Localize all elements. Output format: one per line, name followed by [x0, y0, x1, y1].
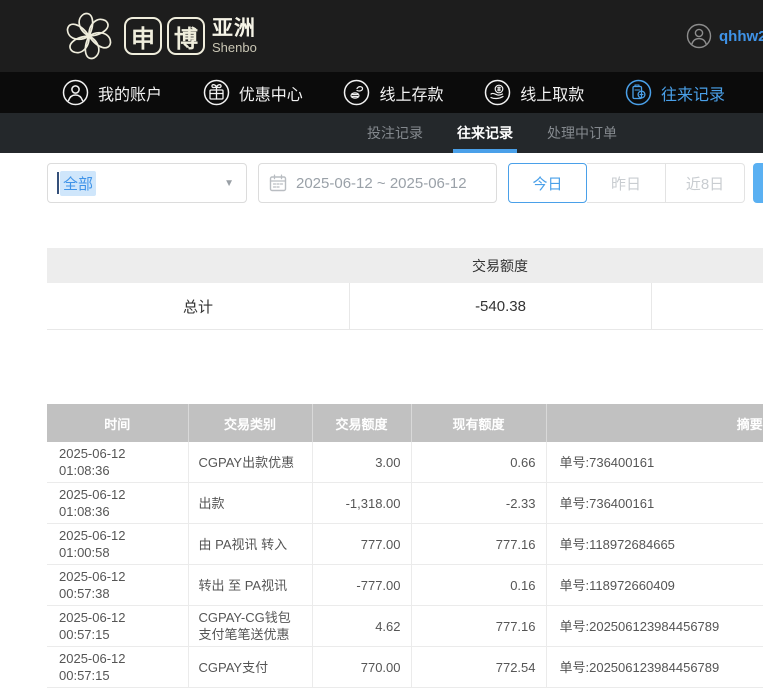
col-header-summary: 摘要: [546, 404, 763, 442]
sub-nav: 投注记录 往来记录 处理中订单: [0, 113, 763, 153]
quick-date-buttons: 今日 昨日 近8日: [508, 163, 745, 203]
avatar-icon: [686, 23, 712, 49]
nav-item-withdrawal[interactable]: 线上取款: [484, 79, 584, 106]
table-row: 2025-06-12 00:57:38 转出 至 PA视讯 -777.00 0.…: [47, 565, 763, 606]
cell-type: CGPAY出款优惠: [188, 442, 312, 483]
cell-time: 2025-06-12 01:00:58: [47, 524, 188, 565]
cell-type: CGPAY-CG钱包支付笔笔送优惠: [188, 606, 312, 647]
cell-time: 2025-06-12 01:08:36: [47, 483, 188, 524]
summary-total-label: 总计: [47, 283, 349, 329]
tab-betting-records[interactable]: 投注记录: [365, 113, 425, 153]
last-8-days-button[interactable]: 近8日: [666, 163, 745, 203]
dropdown-selected-value: 全部: [60, 171, 96, 196]
calendar-icon: [269, 174, 287, 192]
cell-time: 2025-06-12 00:57:38: [47, 565, 188, 606]
user-icon: [62, 79, 89, 106]
nav-item-deposit[interactable]: 线上存款: [343, 79, 443, 106]
cell-balance: 0.66: [411, 442, 546, 483]
nav-item-my-account[interactable]: 我的账户: [62, 79, 162, 106]
tab-processing-orders[interactable]: 处理中订单: [545, 113, 619, 153]
summary-total-value: -540.38: [349, 283, 651, 329]
cell-amount: -777.00: [312, 565, 411, 606]
username-text: qhhw2: [719, 28, 763, 45]
cell-type: 由 PA视讯 转入: [188, 524, 312, 565]
cell-balance: 0.16: [411, 565, 546, 606]
table-row: 2025-06-12 01:00:58 由 PA视讯 转入 777.00 777…: [47, 524, 763, 565]
col-header-time: 时间: [47, 404, 188, 442]
cell-amount: -1,318.00: [312, 483, 411, 524]
transactions-table: 时间 交易类别 交易额度 现有额度 摘要 2025-06-12 01:08:36…: [47, 404, 763, 688]
flower-logo-icon: [62, 9, 116, 63]
summary-header-label: 交易额度: [349, 256, 651, 276]
cell-type: CGPAY支付: [188, 647, 312, 688]
col-header-type: 交易类别: [188, 404, 312, 442]
today-button[interactable]: 今日: [508, 163, 587, 203]
gift-icon: [203, 79, 230, 106]
logo-region-en: Shenbo: [212, 41, 257, 54]
cell-balance: 772.54: [411, 647, 546, 688]
logo-char-bo: 博: [167, 17, 205, 55]
cell-type: 转出 至 PA视讯: [188, 565, 312, 606]
cell-type: 出款: [188, 483, 312, 524]
col-header-amount: 交易额度: [312, 404, 411, 442]
summary-table-header: 交易额度: [47, 248, 763, 283]
cell-balance: 777.16: [411, 524, 546, 565]
cell-summary: 单号:118972684665: [546, 524, 763, 565]
tab-transaction-records[interactable]: 往来记录: [455, 113, 515, 153]
search-button-partial[interactable]: [753, 163, 763, 203]
nav-item-promotions[interactable]: 优惠中心: [203, 79, 303, 106]
summary-table: 交易额度 总计 -540.38: [47, 248, 763, 330]
cell-balance: 777.16: [411, 606, 546, 647]
cell-amount: 4.62: [312, 606, 411, 647]
logo-char-shen: 申: [124, 17, 162, 55]
cell-time: 2025-06-12 00:57:15: [47, 647, 188, 688]
cell-time: 2025-06-12 00:57:15: [47, 606, 188, 647]
date-range-value: 2025-06-12 ~ 2025-06-12: [296, 175, 467, 192]
summary-total-row: 总计 -540.38: [47, 283, 763, 330]
chevron-down-icon: ▼: [224, 178, 234, 189]
cell-summary: 单号:118972660409: [546, 565, 763, 606]
date-range-input[interactable]: 2025-06-12 ~ 2025-06-12: [258, 163, 497, 203]
filter-row: 全部 ▼ 2025-06-12 ~ 2025-06-12 今日 昨日 近8日: [47, 163, 745, 203]
cell-summary: 单号:736400161: [546, 442, 763, 483]
user-account[interactable]: qhhw2: [686, 0, 763, 72]
nav-item-transaction-records[interactable]: 往来记录: [625, 79, 725, 106]
transaction-type-dropdown[interactable]: 全部 ▼: [47, 163, 247, 203]
logo-region-cn: 亚洲: [212, 18, 257, 39]
col-header-balance: 现有额度: [411, 404, 546, 442]
table-row: 2025-06-12 00:57:15 CGPAY-CG钱包支付笔笔送优惠 4.…: [47, 606, 763, 647]
cell-summary: 单号:202506123984456789: [546, 606, 763, 647]
cell-summary: 单号:202506123984456789: [546, 647, 763, 688]
cell-amount: 770.00: [312, 647, 411, 688]
summary-empty-cell: [651, 283, 763, 329]
table-header-row: 时间 交易类别 交易额度 现有额度 摘要: [47, 404, 763, 442]
cell-amount: 777.00: [312, 524, 411, 565]
yesterday-button[interactable]: 昨日: [587, 163, 666, 203]
main-nav: 我的账户 优惠中心 线上存款 线上取款 往来: [0, 72, 763, 113]
deposit-hand-coins-icon: [343, 79, 370, 106]
withdraw-hand-coin-icon: [484, 79, 511, 106]
cell-balance: -2.33: [411, 483, 546, 524]
cell-summary: 单号:736400161: [546, 483, 763, 524]
table-row: 2025-06-12 01:08:36 出款 -1,318.00 -2.33 单…: [47, 483, 763, 524]
transaction-record-icon: [625, 79, 652, 106]
table-row: 2025-06-12 01:08:36 CGPAY出款优惠 3.00 0.66 …: [47, 442, 763, 483]
site-logo[interactable]: 申 博 亚洲 Shenbo: [62, 9, 257, 63]
text-cursor: [57, 172, 59, 194]
cell-amount: 3.00: [312, 442, 411, 483]
top-header: 申 博 亚洲 Shenbo qhhw2: [0, 0, 763, 72]
cell-time: 2025-06-12 01:08:36: [47, 442, 188, 483]
table-row: 2025-06-12 00:57:15 CGPAY支付 770.00 772.5…: [47, 647, 763, 688]
